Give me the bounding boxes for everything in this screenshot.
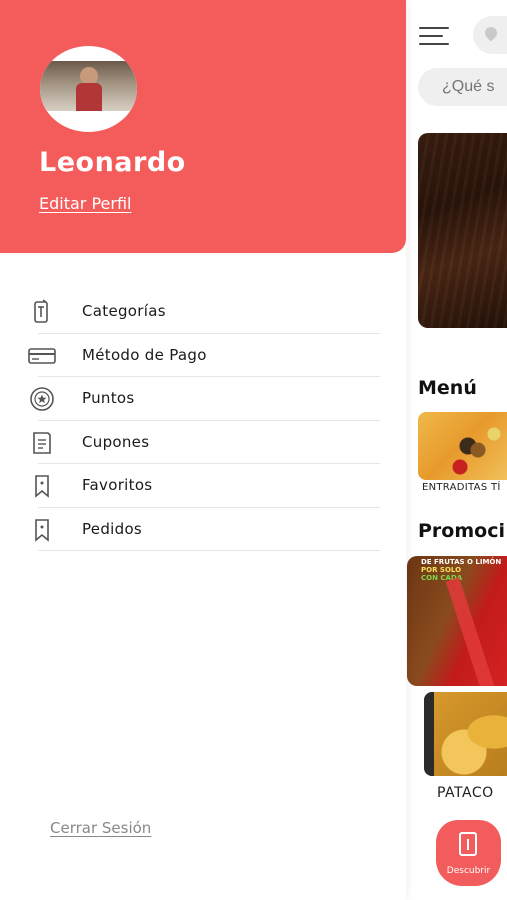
drawer-item-categorias[interactable]: Categorías [0, 290, 406, 334]
location-pin-icon [482, 24, 500, 42]
drawer-item-cupones[interactable]: Cupones [0, 421, 406, 464]
menu-card-label: ENTRADITAS TÍ [422, 482, 501, 493]
drawer-item-favoritos[interactable]: Favoritos [0, 464, 406, 508]
avatar[interactable] [40, 46, 137, 132]
hero-banner[interactable] [418, 133, 507, 328]
product-card-label: PATACO [437, 785, 494, 801]
star-badge-icon [28, 386, 56, 411]
profile-photo [40, 61, 137, 111]
drawer-item-label: Método de Pago [82, 345, 207, 364]
drawer-item-label: Favoritos [82, 476, 153, 494]
user-name: Leonardo [39, 147, 186, 178]
hamburger-menu-icon[interactable] [419, 25, 449, 47]
promo-text: DE FRUTAS O LIMÓN [421, 558, 502, 566]
category-icon [28, 299, 56, 323]
drawer-header: Leonardo Editar Perfil [0, 0, 406, 253]
credit-card-icon [28, 343, 56, 367]
search-input[interactable] [418, 68, 507, 106]
drawer-item-label: Cupones [82, 432, 150, 451]
drawer-item-label: Pedidos [82, 519, 143, 538]
edit-profile-link[interactable]: Editar Perfil [39, 194, 131, 213]
discover-label: Descubrir [446, 866, 491, 876]
promotions-section-title: Promoci [418, 520, 505, 542]
food-image [418, 412, 507, 480]
product-card-image[interactable] [424, 692, 507, 776]
bookmark-icon [28, 473, 56, 498]
divider [38, 550, 380, 551]
logout-link[interactable]: Cerrar Sesión [50, 819, 151, 837]
drink-straw-image [445, 577, 503, 686]
promo-text: POR SOLO [421, 566, 462, 574]
menu-section-title: Menú [418, 377, 477, 399]
drawer-menu: Categorías Método de Pago Puntos Cupones… [0, 290, 406, 551]
drawer-item-label: Categorías [82, 302, 166, 320]
bookmark-icon [28, 517, 56, 542]
discover-button[interactable]: Descubrir [436, 820, 501, 886]
location-pill[interactable] [473, 16, 507, 54]
promotion-card[interactable]: DE FRUTAS O LIMÓN POR SOLO CON CADA [407, 556, 507, 686]
navigation-drawer: Leonardo Editar Perfil Categorías Método… [0, 0, 406, 900]
drawer-item-metodo-de-pago[interactable]: Método de Pago [0, 334, 406, 377]
menu-category-card[interactable] [418, 412, 507, 480]
drawer-item-pedidos[interactable]: Pedidos [0, 508, 406, 551]
drawer-item-label: Puntos [82, 389, 135, 407]
coupon-icon [28, 430, 56, 454]
drawer-item-puntos[interactable]: Puntos [0, 377, 406, 421]
app-screen: Menú ENTRADITAS TÍ Promoci DE FRUTAS O L… [0, 0, 507, 900]
menu-card-icon [459, 832, 477, 856]
